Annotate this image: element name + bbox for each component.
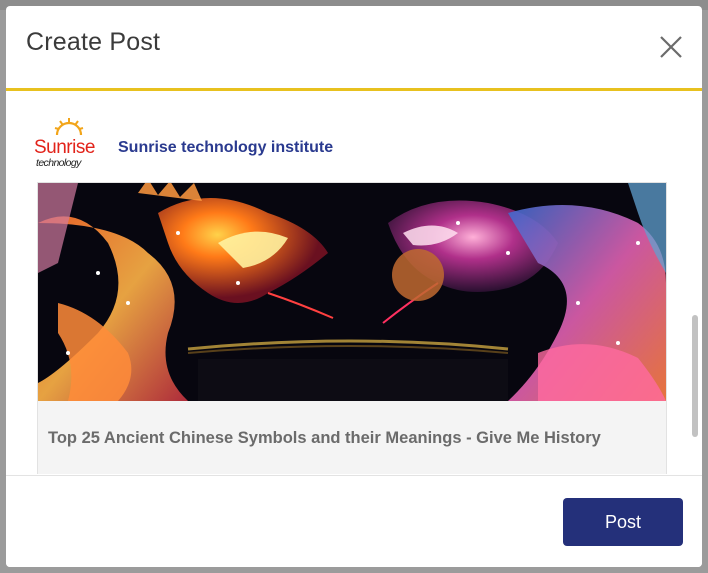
author-row: Sunrise technology Sunrise technology in… (34, 117, 634, 169)
sun-icon (54, 118, 84, 136)
author-logo: Sunrise technology (34, 117, 100, 169)
modal-footer: Post (6, 476, 702, 567)
post-button[interactable]: Post (563, 498, 683, 546)
close-button[interactable] (658, 34, 684, 60)
modal-title: Create Post (26, 28, 161, 56)
modal-header: Create Post (6, 6, 702, 88)
logo-wordmark: Sunrise (34, 137, 95, 158)
preview-title[interactable]: Top 25 Ancient Chinese Symbols and their… (48, 427, 628, 449)
close-icon (660, 36, 682, 58)
logo-subtext: technology (36, 157, 81, 169)
author-name[interactable]: Sunrise technology institute (118, 139, 333, 157)
create-post-modal: Create Post Sunrise technology Sunrise t… (6, 6, 702, 567)
preview-image (38, 183, 666, 401)
link-preview-card[interactable]: Top 25 Ancient Chinese Symbols and their… (37, 182, 667, 474)
modal-body: Sunrise technology Sunrise technology in… (6, 91, 702, 474)
scrollbar-thumb[interactable] (692, 315, 698, 437)
dragon-lanterns-image (38, 183, 666, 401)
